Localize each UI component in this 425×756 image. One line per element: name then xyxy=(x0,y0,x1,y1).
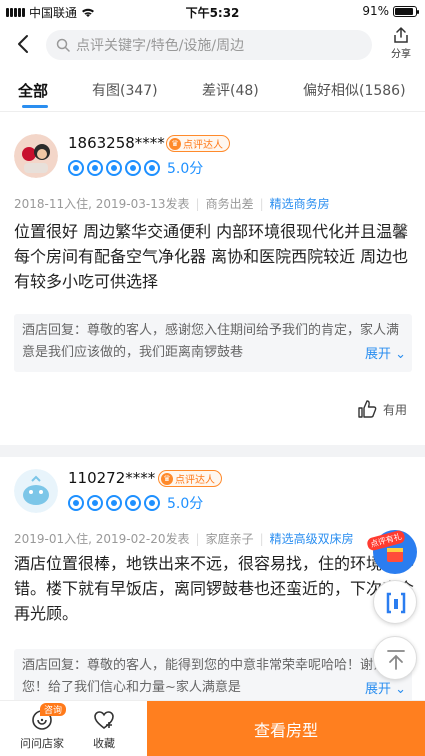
rating-dot-icon xyxy=(87,495,103,511)
review-content: 酒店位置很棒，地铁出来不远，很容易找，住的环境也不错。楼下就有早饭店，离同锣鼓巷… xyxy=(14,554,415,623)
expand-reply-button[interactable]: 展开 ⌄ xyxy=(356,344,406,366)
tab-all[interactable]: 全部 xyxy=(18,80,48,101)
rating-dot-icon xyxy=(68,495,84,511)
crown-icon: ♛ xyxy=(169,137,181,150)
review-meta: 2018-11入住, 2019-03-13发表 | 商务出差 | 精选商务房 xyxy=(14,195,330,212)
review-meta: 2019-01入住, 2019-02-20发表 | 家庭亲子 | 精选高级双床房 xyxy=(14,530,354,547)
reviewer-badge: ♛ 点评达人 xyxy=(166,135,230,152)
badge-label: 点评达人 xyxy=(183,140,223,151)
avatar[interactable] xyxy=(14,469,58,513)
rating-score: 5.0分 xyxy=(167,496,204,512)
top-bar: 点评关键字/特色/设施/周边 分享 xyxy=(0,24,425,68)
reviewer-badge: ♛ 点评达人 xyxy=(158,470,222,487)
trip-type: 商务出差 xyxy=(205,197,254,211)
ask-hotel-button[interactable]: 咨询 问问店家 xyxy=(12,703,72,751)
battery-percent: 91% xyxy=(362,4,389,18)
expand-reply-button[interactable]: 展开 ⌄ xyxy=(356,679,406,701)
bracket-icon xyxy=(386,592,406,614)
rating-dot-icon xyxy=(144,160,160,176)
consult-tag: 咨询 xyxy=(40,703,67,716)
quick-entry-button[interactable] xyxy=(373,580,417,624)
share-button[interactable]: 分享 xyxy=(383,26,419,60)
avatar[interactable] xyxy=(14,134,58,178)
rating: 5.0分 xyxy=(68,158,203,178)
chevron-left-icon xyxy=(18,35,28,53)
tab-similar-preference[interactable]: 偏好相似(1586) xyxy=(303,80,406,100)
bottom-action-bar: 咨询 问问店家 收藏 查看房型 xyxy=(0,700,425,756)
battery-icon xyxy=(393,5,419,17)
hotel-reply-text: 酒店回复：尊敬的客人，感谢您入住期间给予我们的肯定，家人满意是我们应该做的，我们… xyxy=(22,323,400,360)
review-content: 位置很好 周边繁华交通便利 内部环境很现代化并且温馨 每个房间有配备空气净化器 … xyxy=(14,222,409,291)
expand-label: 展开 xyxy=(364,347,391,362)
rating-dot-icon xyxy=(68,160,84,176)
review-card: 1863258**** ♛ 点评达人 5.0分 2018-11入住, 2019-0… xyxy=(0,122,425,450)
tab-with-photos[interactable]: 有图(347) xyxy=(92,80,158,100)
favorite-button[interactable]: 收藏 xyxy=(74,707,134,751)
rating-dot-icon xyxy=(144,495,160,511)
back-to-top-button[interactable] xyxy=(373,636,417,680)
heart-plus-icon xyxy=(94,711,114,730)
expand-label: 展开 xyxy=(364,682,391,697)
ask-hotel-label: 问问店家 xyxy=(20,737,64,750)
rating-dot-icon xyxy=(125,160,141,176)
review-dates: 2019-01入住, 2019-02-20发表 xyxy=(14,532,190,546)
username[interactable]: 1863258**** xyxy=(68,134,165,152)
rating-dot-icon xyxy=(106,495,122,511)
review-tabs: 全部 有图(347) 差评(48) 偏好相似(1586) xyxy=(0,72,425,112)
crown-icon: ♛ xyxy=(161,472,173,485)
arrow-up-icon xyxy=(387,650,405,670)
clock: 下午5:32 xyxy=(185,6,240,20)
rating-score: 5.0分 xyxy=(167,161,204,177)
review-dates: 2018-11入住, 2019-03-13发表 xyxy=(14,197,190,211)
tab-negative[interactable]: 差评(48) xyxy=(202,80,259,100)
useful-button[interactable]: 有用 xyxy=(356,398,407,420)
search-input[interactable]: 点评关键字/特色/设施/周边 xyxy=(46,30,372,60)
hotel-reply: 酒店回复：尊敬的客人，能得到您的中意非常荣幸呢哈哈！谢谢您！给了我们信心和力量~… xyxy=(14,649,412,707)
room-type-link[interactable]: 精选高级双床房 xyxy=(270,530,354,547)
view-room-types-button[interactable]: 查看房型 xyxy=(147,701,425,756)
trip-type: 家庭亲子 xyxy=(205,532,254,546)
rating-dot-icon xyxy=(106,160,122,176)
rating: 5.0分 xyxy=(68,493,203,513)
hotel-reply: 酒店回复：尊敬的客人，感谢您入住期间给予我们的肯定，家人满意是我们应该做的，我们… xyxy=(14,314,412,372)
favorite-label: 收藏 xyxy=(93,737,115,750)
active-tab-indicator xyxy=(22,105,48,108)
back-button[interactable] xyxy=(10,30,38,58)
room-type-link[interactable]: 精选商务房 xyxy=(270,195,330,212)
hotel-reply-text: 酒店回复：尊敬的客人，能得到您的中意非常荣幸呢哈哈！谢谢您！给了我们信心和力量~… xyxy=(22,658,387,695)
useful-label: 有用 xyxy=(382,402,407,417)
rating-dot-icon xyxy=(125,495,141,511)
status-bar: 中国联通 下午5:32 91% xyxy=(0,0,425,22)
review-gift-button[interactable]: 点评有礼 xyxy=(365,529,417,574)
share-icon xyxy=(394,26,408,43)
section-divider xyxy=(0,445,425,457)
search-icon xyxy=(56,38,70,52)
username[interactable]: 110272**** xyxy=(68,469,155,487)
review-card: 110272**** ♛ 点评达人 5.0分 2019-01入住, 2019-02… xyxy=(0,457,425,707)
badge-label: 点评达人 xyxy=(175,475,215,486)
rating-dot-icon xyxy=(87,160,103,176)
share-label: 分享 xyxy=(391,49,411,60)
thumbs-up-icon xyxy=(358,400,377,418)
search-placeholder: 点评关键字/特色/设施/周边 xyxy=(76,38,245,54)
